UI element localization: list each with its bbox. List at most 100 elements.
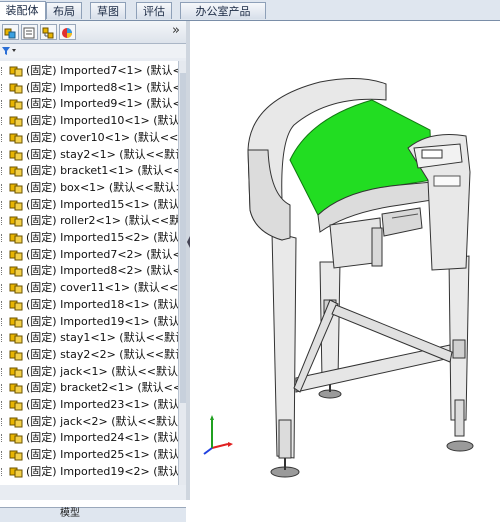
filter-icon[interactable] (1, 46, 17, 56)
tree-item-label: (固定) Imported8<2> (默认<<默 (26, 264, 178, 278)
part-icon (9, 165, 24, 177)
expand-icon[interactable] (1, 117, 8, 126)
tree-item[interactable]: (固定) bracket2<1> (默认<<默 (0, 380, 178, 396)
tree-item-label: (固定) Imported19<2> (默认<< (26, 464, 178, 478)
expand-icon[interactable] (1, 167, 8, 176)
expand-icon[interactable] (1, 300, 8, 309)
tree-item[interactable]: (固定) jack<2> (默认<<默认>_显 (0, 414, 178, 430)
part-icon (9, 432, 24, 444)
expand-icon[interactable] (1, 367, 8, 376)
tree-item-label: (固定) jack<1> (默认<<默认>_显 (26, 364, 178, 378)
tree-item[interactable]: (固定) stay1<1> (默认<<默认>_ (0, 330, 178, 346)
tree-item[interactable]: (固定) Imported7<1> (默认<<默 (0, 63, 178, 79)
tree-item[interactable]: (固定) Imported19<2> (默认<< (0, 464, 178, 480)
part-icon (9, 199, 24, 211)
cross-bracing (293, 299, 453, 393)
part-icon (9, 98, 24, 110)
tree-item[interactable]: (固定) stay2<1> (默认<<默认>_ (0, 147, 178, 163)
part-icon (9, 299, 24, 311)
tab-evaluate[interactable]: 评估 (136, 2, 172, 19)
part-icon (9, 265, 24, 277)
tree-item-label: (固定) bracket1<1> (默认<<默 (26, 164, 178, 178)
part-icon (9, 232, 24, 244)
tab-layout[interactable]: 布局 (46, 2, 82, 19)
part-icon (9, 82, 24, 94)
tree-item[interactable]: (固定) Imported7<2> (默认<<默 (0, 247, 178, 263)
tree-item[interactable]: (固定) box<1> (默认<<默认>_显 (0, 180, 178, 196)
tree-item[interactable]: (固定) cover10<1> (默认<<默认 (0, 130, 178, 146)
expand-icon[interactable] (1, 217, 8, 226)
conveyor-model (203, 77, 474, 478)
tab-office-products[interactable]: 办公室产品 (180, 2, 266, 19)
tree-item[interactable]: (固定) Imported10<1> (默认<< (0, 113, 178, 129)
expand-icon[interactable] (1, 183, 8, 192)
tree-item-label: (固定) Imported7<1> (默认<<默 (26, 64, 178, 77)
expand-icon[interactable] (1, 401, 8, 409)
tab-assembly[interactable]: 装配体 (0, 1, 46, 20)
tree-item[interactable]: (固定) cover11<1> (默认<<默认 (0, 280, 178, 296)
appearance-icon[interactable] (59, 24, 76, 40)
tab-sketch[interactable]: 草图 (90, 2, 126, 19)
part-icon (9, 316, 24, 328)
expand-icon[interactable] (1, 150, 8, 159)
graphics-area[interactable] (190, 21, 500, 500)
tree-item[interactable]: (固定) Imported9<1> (默认<<默 (0, 96, 178, 112)
tree-item-label: (固定) jack<2> (默认<<默认>_显 (26, 414, 178, 428)
tree-item-label: (固定) stay2<2> (默认<<默认>_ (26, 347, 178, 361)
part-icon (9, 382, 24, 394)
expand-icon[interactable] (1, 267, 8, 276)
tab-model[interactable]: 模型 (60, 508, 80, 520)
tree-item[interactable]: (固定) Imported15<2> (默认<< (0, 230, 178, 246)
property-icon[interactable] (21, 24, 38, 40)
tree-item[interactable]: (固定) jack<1> (默认<<默认>_显 (0, 364, 178, 380)
configuration-icon[interactable] (40, 24, 57, 40)
tree-item-label: (固定) Imported24<1> (默认<< (26, 431, 178, 445)
tree-item[interactable]: (固定) Imported23<1> (默认<< (0, 397, 178, 413)
axis-triad (203, 415, 233, 455)
part-icon (9, 466, 24, 478)
expand-icon[interactable] (1, 133, 8, 142)
part-icon (9, 416, 24, 428)
tree-item-label: (固定) stay2<1> (默认<<默认>_ (26, 147, 178, 161)
tree-item[interactable]: (固定) Imported24<1> (默认<< (0, 430, 178, 446)
part-icon (9, 332, 24, 344)
part-icon (9, 149, 24, 161)
tree-item-label: (固定) Imported10<1> (默认<< (26, 114, 178, 128)
expand-icon[interactable] (1, 334, 8, 343)
assembly-tree-icon[interactable] (2, 24, 19, 40)
expand-panel-button[interactable]: » (172, 23, 180, 38)
tab-sketch-label: 草图 (97, 5, 119, 18)
expand-icon[interactable] (1, 100, 8, 109)
tree-item-label: (固定) Imported7<2> (默认<<默 (26, 247, 178, 261)
tree-item[interactable]: (固定) stay2<2> (默认<<默认>_ (0, 347, 178, 363)
expand-icon[interactable] (1, 234, 8, 242)
tree-item-label: (固定) roller2<1> (默认<<默认 (26, 214, 178, 228)
expand-icon[interactable] (1, 384, 8, 393)
tree-item[interactable]: (固定) roller2<1> (默认<<默认 (0, 213, 178, 229)
part-icon (9, 115, 24, 127)
part-icon (9, 249, 24, 261)
expand-icon[interactable] (1, 200, 8, 209)
tree-item[interactable]: (固定) Imported15<1> (默认<< (0, 197, 178, 213)
expand-icon[interactable] (1, 83, 8, 92)
tree-item-label: (固定) Imported23<1> (默认<< (26, 398, 178, 411)
expand-icon[interactable] (1, 350, 8, 359)
expand-icon[interactable] (1, 284, 8, 293)
expand-icon[interactable] (1, 250, 8, 259)
tree-item-label: (固定) Imported9<1> (默认<<默 (26, 97, 178, 111)
expand-icon[interactable] (1, 451, 8, 460)
tree-item[interactable]: (固定) Imported8<1> (默认<<默 (0, 80, 178, 96)
expand-icon[interactable] (1, 67, 8, 75)
part-icon (9, 282, 24, 294)
part-icon (9, 349, 24, 361)
expand-icon[interactable] (1, 317, 8, 326)
tree-item[interactable]: (固定) Imported25<1> (默认<< (0, 447, 178, 463)
tree-item[interactable]: (固定) Imported18<1> (默认<< (0, 297, 178, 313)
tree-item[interactable]: (固定) Imported8<2> (默认<<默 (0, 263, 178, 279)
tree-item-label: (固定) bracket2<1> (默认<<默 (26, 381, 178, 395)
tree-item[interactable]: (固定) bracket1<1> (默认<<默 (0, 163, 178, 179)
expand-icon[interactable] (1, 467, 8, 476)
expand-icon[interactable] (1, 417, 8, 426)
tree-item[interactable]: (固定) Imported19<1> (默认<< (0, 314, 178, 330)
expand-icon[interactable] (1, 434, 8, 443)
